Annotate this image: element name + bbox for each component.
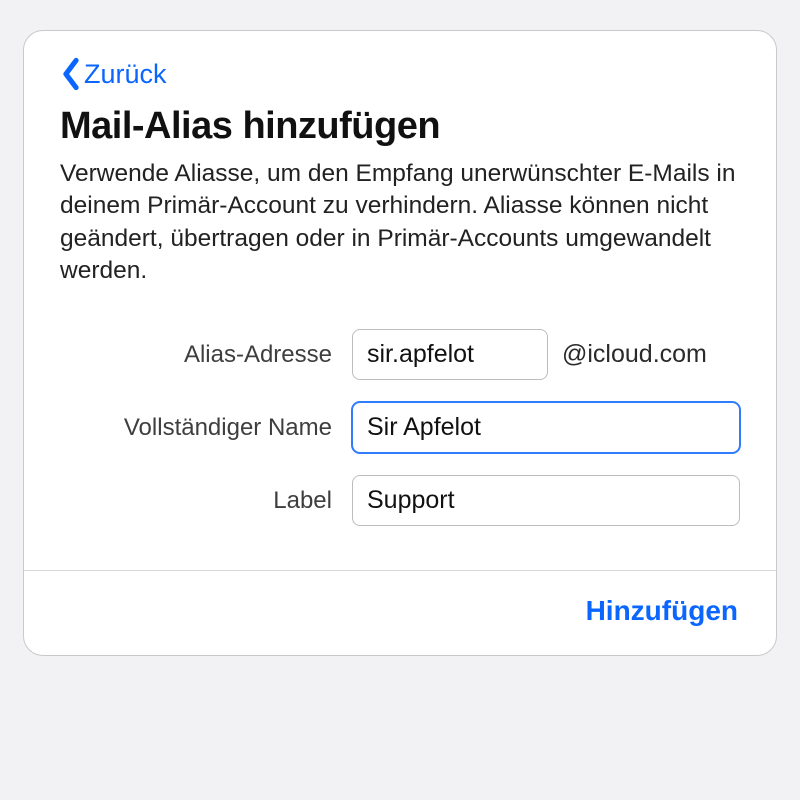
page-title: Mail-Alias hinzufügen <box>60 105 740 148</box>
alias-domain-suffix: @icloud.com <box>562 340 707 369</box>
field-wrap-alias: @icloud.com <box>352 329 740 380</box>
field-wrap-full-name <box>352 402 740 453</box>
dialog-footer: Hinzufügen <box>24 570 776 655</box>
back-button[interactable]: Zurück <box>60 57 740 91</box>
alias-address-input[interactable] <box>352 329 548 380</box>
label-alias-address: Alias-Adresse <box>60 341 352 369</box>
back-label: Zurück <box>84 59 167 90</box>
page-description: Verwende Aliasse, um den Empfang unerwün… <box>60 158 740 287</box>
row-label: Label <box>60 475 740 526</box>
label-input[interactable] <box>352 475 740 526</box>
row-alias-address: Alias-Adresse @icloud.com <box>60 329 740 380</box>
label-label-field: Label <box>60 487 352 515</box>
row-full-name: Vollständiger Name <box>60 402 740 453</box>
label-full-name: Vollständiger Name <box>60 414 352 442</box>
chevron-left-icon <box>60 57 82 91</box>
add-button[interactable]: Hinzufügen <box>584 591 740 631</box>
dialog-sheet: Zurück Mail-Alias hinzufügen Verwende Al… <box>23 30 777 656</box>
dialog-body: Zurück Mail-Alias hinzufügen Verwende Al… <box>24 31 776 570</box>
page-background: Zurück Mail-Alias hinzufügen Verwende Al… <box>0 0 800 800</box>
field-wrap-label <box>352 475 740 526</box>
full-name-input[interactable] <box>352 402 740 453</box>
